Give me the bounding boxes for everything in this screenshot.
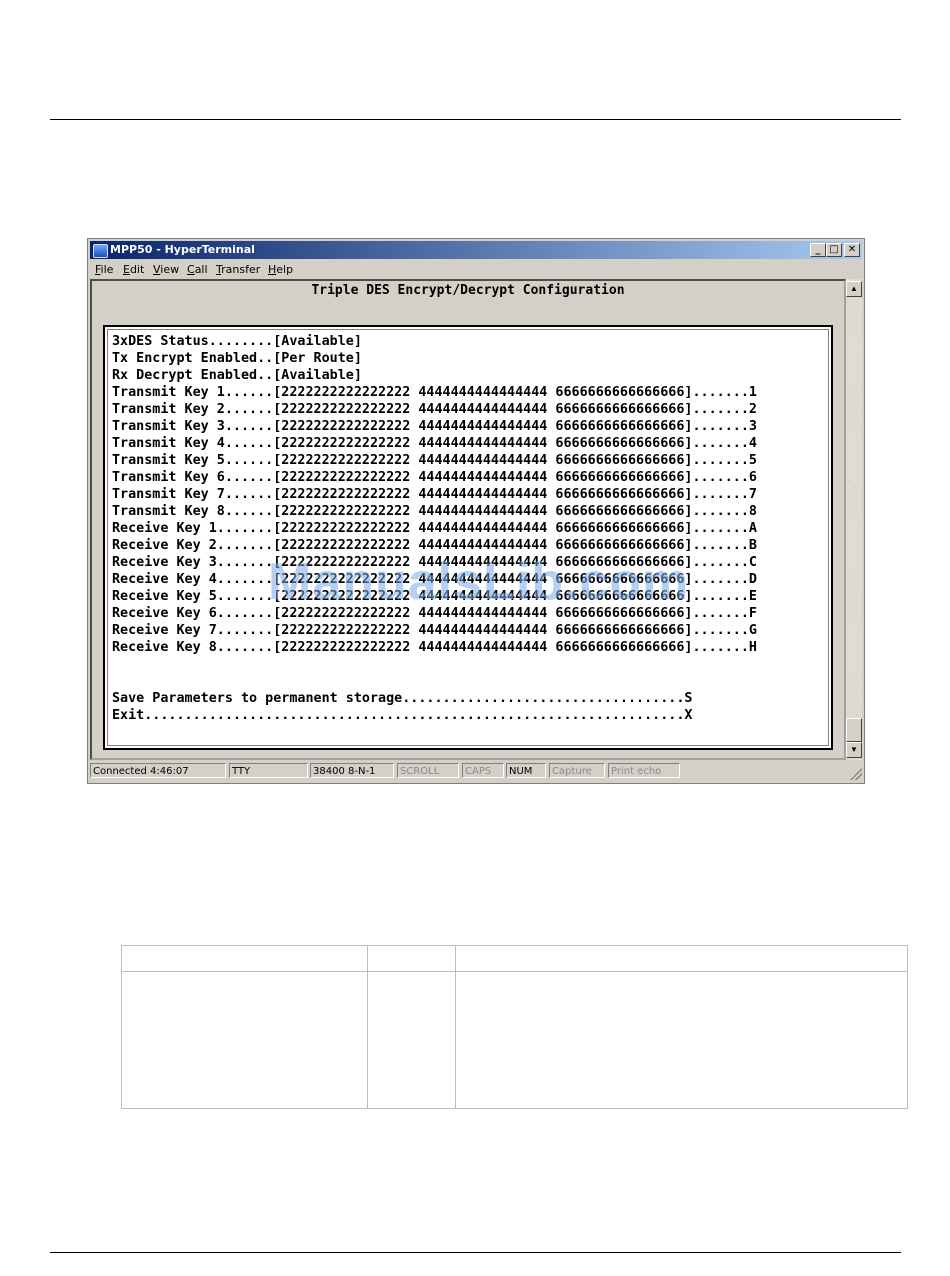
menu-edit[interactable]: Edit xyxy=(123,263,144,276)
term-line-transmit-key-4: Transmit Key 4......[2222222222222222 44… xyxy=(112,436,757,451)
term-line-transmit-key-5: Transmit Key 5......[2222222222222222 44… xyxy=(112,453,757,468)
status-emulation: TTY xyxy=(229,763,308,778)
term-line-receive-key-1: Receive Key 1.......[2222222222222222 44… xyxy=(112,521,757,536)
terminal-panel: 3xDES Status........[Available] Tx Encry… xyxy=(103,325,833,750)
table-column-divider-2 xyxy=(455,946,456,1108)
scroll-down-arrow-icon[interactable]: ▼ xyxy=(846,742,862,758)
status-scroll: SCROLL xyxy=(397,763,459,778)
status-print-echo: Print echo xyxy=(608,763,680,778)
maximize-button[interactable]: □ xyxy=(826,243,842,257)
status-num: NUM xyxy=(506,763,546,778)
top-rule xyxy=(50,119,901,120)
status-capture: Capture xyxy=(549,763,605,778)
scroll-up-arrow-icon[interactable]: ▲ xyxy=(846,281,862,297)
term-line-rx-decrypt: Rx Decrypt Enabled..[Available] xyxy=(112,368,362,383)
terminal-panel-inner: 3xDES Status........[Available] Tx Encry… xyxy=(107,329,829,746)
hyperterminal-window: MPP50 - HyperTerminal _ □ ✕ File Edit Vi… xyxy=(87,238,865,784)
table-column-divider-1 xyxy=(367,946,368,1108)
empty-table xyxy=(121,945,908,1109)
term-line-tx-encrypt: Tx Encrypt Enabled..[Per Route] xyxy=(112,351,362,366)
menu-help[interactable]: Help xyxy=(268,263,293,276)
scroll-thumb[interactable] xyxy=(846,718,862,742)
menu-bar: File Edit View Call Transfer Help xyxy=(90,260,862,278)
term-line-receive-key-8: Receive Key 8.......[2222222222222222 44… xyxy=(112,640,757,655)
close-button[interactable]: ✕ xyxy=(844,243,860,257)
minimize-button[interactable]: _ xyxy=(810,243,826,257)
term-line-exit: Exit....................................… xyxy=(112,708,693,723)
term-line-transmit-key-7: Transmit Key 7......[2222222222222222 44… xyxy=(112,487,757,502)
table-header-divider xyxy=(122,971,907,972)
hyperterminal-app-icon[interactable] xyxy=(93,244,108,258)
term-line-transmit-key-3: Transmit Key 3......[2222222222222222 44… xyxy=(112,419,757,434)
terminal-heading: Triple DES Encrypt/Decrypt Configuration xyxy=(311,283,625,298)
vertical-scrollbar[interactable]: ▲ ▼ xyxy=(846,279,862,760)
term-line-transmit-key-2: Transmit Key 2......[2222222222222222 44… xyxy=(112,402,757,417)
status-port-settings: 38400 8-N-1 xyxy=(310,763,394,778)
menu-transfer[interactable]: Transfer xyxy=(216,263,260,276)
term-line-status: 3xDES Status........[Available] xyxy=(112,334,362,349)
term-line-receive-key-7: Receive Key 7.......[2222222222222222 44… xyxy=(112,623,757,638)
menu-call[interactable]: Call xyxy=(187,263,208,276)
term-line-save-parameters: Save Parameters to permanent storage....… xyxy=(112,691,693,706)
status-bar: Connected 4:46:07 TTY 38400 8-N-1 SCROLL… xyxy=(90,762,862,780)
menu-view[interactable]: View xyxy=(153,263,179,276)
status-caps: CAPS xyxy=(462,763,504,778)
window-title: MPP50 - HyperTerminal xyxy=(110,243,255,256)
watermark: ManualsLib.com xyxy=(268,553,690,611)
bottom-rule xyxy=(50,1252,901,1253)
term-line-transmit-key-6: Transmit Key 6......[2222222222222222 44… xyxy=(112,470,757,485)
resize-grip-icon[interactable] xyxy=(850,768,862,780)
terminal-area[interactable]: Triple DES Encrypt/Decrypt Configuration… xyxy=(90,279,846,760)
term-line-transmit-key-1: Transmit Key 1......[2222222222222222 44… xyxy=(112,385,757,400)
title-bar[interactable]: MPP50 - HyperTerminal _ □ ✕ xyxy=(90,241,862,259)
status-connected: Connected 4:46:07 xyxy=(90,763,226,778)
term-line-transmit-key-8: Transmit Key 8......[2222222222222222 44… xyxy=(112,504,757,519)
menu-file[interactable]: File xyxy=(95,263,113,276)
